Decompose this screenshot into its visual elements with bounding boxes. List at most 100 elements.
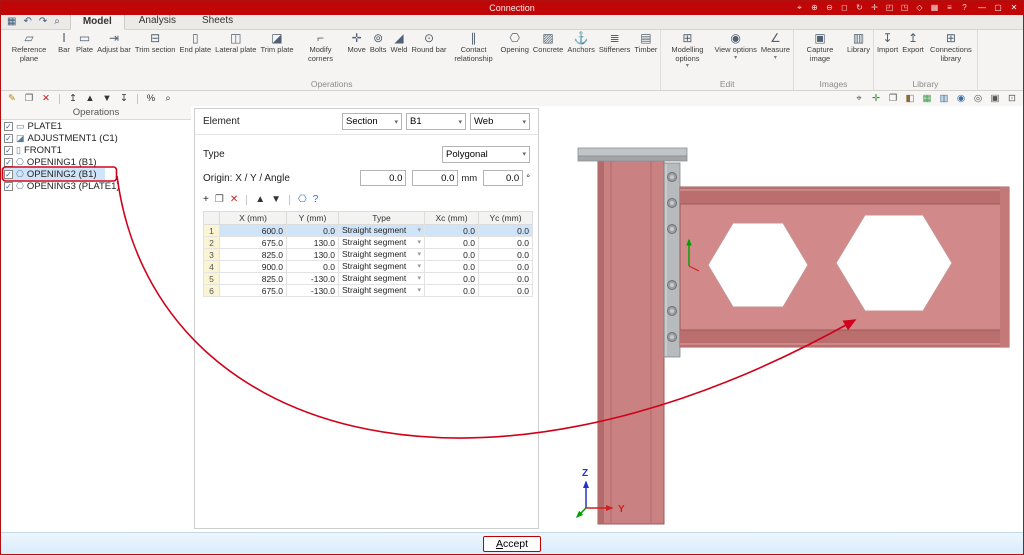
tree-item-opening1-b1[interactable]: ✓⎔OPENING1 (B1) xyxy=(1,156,105,168)
help-icon[interactable]: ? xyxy=(959,2,970,14)
ribbon-button-bolts[interactable]: ⊚Bolts xyxy=(368,30,389,79)
ribbon-button-opening[interactable]: ⎔Opening xyxy=(499,30,531,79)
3d-viewport[interactable]: Z Y xyxy=(539,106,1023,532)
add-row-icon[interactable]: + xyxy=(203,194,209,206)
delete-operation-icon[interactable]: ✕ xyxy=(40,93,52,105)
grid-green-icon[interactable]: ▦ xyxy=(921,93,933,105)
ribbon-button-export[interactable]: ↥Export xyxy=(900,30,926,79)
ribbon-button-import[interactable]: ↧Import xyxy=(875,30,900,79)
copy-operation-icon[interactable]: ❐ xyxy=(23,93,35,105)
tree-item-plate1[interactable]: ✓▭PLATE1 xyxy=(1,120,70,132)
ribbon-button-lateral-plate[interactable]: ◫Lateral plate xyxy=(213,30,258,79)
zoom-selected-icon[interactable]: ⌕ xyxy=(162,93,174,105)
checkbox-checked-icon[interactable]: ✓ xyxy=(4,158,13,167)
checkbox-checked-icon[interactable]: ✓ xyxy=(4,122,13,131)
origin-y-input[interactable] xyxy=(412,170,458,186)
grid-view-icon[interactable]: ▦ xyxy=(929,2,940,14)
iso-view-icon[interactable]: ◇ xyxy=(914,2,925,14)
ribbon-button-capture-image[interactable]: ▣Capture image xyxy=(795,30,845,79)
delete-row-icon[interactable]: ✕ xyxy=(230,194,238,206)
move-row-up-icon[interactable]: ▲ xyxy=(255,194,265,206)
move-row-down-icon[interactable]: ▼ xyxy=(271,194,281,206)
tab-model[interactable]: Model xyxy=(70,14,125,30)
move-top-icon[interactable]: ↥ xyxy=(67,93,79,105)
undo-icon[interactable]: ↶ xyxy=(23,17,31,27)
ribbon-button-end-plate[interactable]: ▯End plate xyxy=(177,30,213,79)
move-bottom-icon[interactable]: ↧ xyxy=(118,93,130,105)
zoom-out-icon[interactable]: ⊖ xyxy=(824,2,835,14)
view-person-icon[interactable]: ⌖ xyxy=(853,93,865,105)
ribbon-button-trim-section[interactable]: ⊟Trim section xyxy=(133,30,178,79)
tree-item-opening3-plate1[interactable]: ✓⎔OPENING3 (PLATE1) xyxy=(1,180,128,192)
move-up-icon[interactable]: ▲ xyxy=(84,93,96,105)
checkbox-checked-icon[interactable]: ✓ xyxy=(4,134,13,143)
edit-operation-icon[interactable]: ✎ xyxy=(6,93,18,105)
ribbon-button-move[interactable]: ✛Move xyxy=(346,30,368,79)
ribbon-button-measure[interactable]: ∠Measure▾ xyxy=(759,30,792,79)
model-grid-icon[interactable]: ▦ xyxy=(7,17,16,27)
element-member-select[interactable]: B1▾ xyxy=(406,113,466,130)
close-button[interactable]: ✕ xyxy=(1006,2,1022,14)
ribbon-button-weld[interactable]: ◢Weld xyxy=(389,30,410,79)
camera-icon[interactable]: ▣ xyxy=(989,93,1001,105)
table-row[interactable]: 6675.0-130.0Straight segment▾0.00.0 xyxy=(204,285,533,297)
ribbon-button-trim-plate[interactable]: ◪Trim plate xyxy=(258,30,295,79)
pan-view-icon[interactable]: ✛ xyxy=(869,2,880,14)
ribbon-button-connections-library[interactable]: ⊞Connections library xyxy=(926,30,976,79)
user-view-icon[interactable]: ⌖ xyxy=(794,2,805,14)
ribbon-button-view-options[interactable]: ◉View options▾ xyxy=(712,30,758,79)
help-icon[interactable]: ? xyxy=(313,194,319,206)
eye-icon[interactable]: ◎ xyxy=(972,93,984,105)
ribbon-button-timber[interactable]: ▤Timber xyxy=(632,30,659,79)
tree-item-opening2-b1[interactable]: ✓⎔OPENING2 (B1) xyxy=(1,168,105,180)
axes-icon[interactable]: ✛ xyxy=(870,93,882,105)
ribbon-button-round-bar[interactable]: ⊙Round bar xyxy=(409,30,448,79)
ribbon-button-library[interactable]: ▥Library xyxy=(845,30,872,79)
end-plate[interactable] xyxy=(664,163,680,357)
minimize-button[interactable]: — xyxy=(974,2,990,14)
ribbon-button-adjust-bar[interactable]: ⇥Adjust bar xyxy=(95,30,133,79)
ribbon-button-plate[interactable]: ▭Plate xyxy=(74,30,95,79)
tab-sheets[interactable]: Sheets xyxy=(190,14,245,29)
redo-icon[interactable]: ↷ xyxy=(39,17,47,27)
solid-view-icon[interactable]: ◧ xyxy=(904,93,916,105)
zoom-in-icon[interactable]: ⊕ xyxy=(809,2,820,14)
ribbon-button-reference-plane[interactable]: ▱Reference plane xyxy=(4,30,54,79)
element-part-select[interactable]: Web▾ xyxy=(470,113,530,130)
table-row[interactable]: 3825.0130.0Straight segment▾0.00.0 xyxy=(204,249,533,261)
ribbon-button-anchors[interactable]: ⚓Anchors xyxy=(565,30,597,79)
top-view-icon[interactable]: ◳ xyxy=(899,2,910,14)
front-view-icon[interactable]: ◰ xyxy=(884,2,895,14)
maximize-button[interactable]: ▢ xyxy=(990,2,1006,14)
origin-angle-input[interactable] xyxy=(483,170,523,186)
table-row[interactable]: 4900.00.0Straight segment▾0.00.0 xyxy=(204,261,533,273)
ribbon-button-modelling-options[interactable]: ⊞Modelling options▾ xyxy=(662,30,712,79)
zoom-fit-icon[interactable]: ◻ xyxy=(839,2,850,14)
beam-member[interactable] xyxy=(680,187,1009,347)
copy-view-icon[interactable]: ❐ xyxy=(887,93,899,105)
accept-button[interactable]: Accept xyxy=(483,536,541,552)
checkbox-checked-icon[interactable]: ✓ xyxy=(4,182,13,191)
ribbon-button-modify-corners[interactable]: ⌐Modify corners xyxy=(296,30,346,79)
list-view-icon[interactable]: ≡ xyxy=(944,2,955,14)
ribbon-button-bar[interactable]: ⅠBar xyxy=(54,30,74,79)
ribbon-button-concrete[interactable]: ▨Concrete xyxy=(531,30,565,79)
transparency-icon[interactable]: ◉ xyxy=(955,93,967,105)
tree-item-front1[interactable]: ✓▯FRONT1 xyxy=(1,144,70,156)
table-row[interactable]: 5825.0-130.0Straight segment▾0.00.0 xyxy=(204,273,533,285)
checkbox-checked-icon[interactable]: ✓ xyxy=(4,146,13,155)
table-row[interactable]: 1600.00.0Straight segment▾0.00.0 xyxy=(204,225,533,237)
polygon-icon[interactable]: ⎔ xyxy=(298,194,307,206)
table-row[interactable]: 2675.0130.0Straight segment▾0.00.0 xyxy=(204,237,533,249)
move-down-icon[interactable]: ▼ xyxy=(101,93,113,105)
origin-x-input[interactable] xyxy=(360,170,406,186)
element-kind-select[interactable]: Section▾ xyxy=(342,113,402,130)
tab-analysis[interactable]: Analysis xyxy=(127,14,188,29)
monitor-icon[interactable]: ⊡ xyxy=(1006,93,1018,105)
search-icon[interactable]: ⌕ xyxy=(54,17,60,27)
rotate-view-icon[interactable]: ↻ xyxy=(854,2,865,14)
checkbox-checked-icon[interactable]: ✓ xyxy=(4,170,13,179)
percentage-icon[interactable]: % xyxy=(145,93,157,105)
tree-item-adjustment1-c1[interactable]: ✓◪ADJUSTMENT1 (C1) xyxy=(1,132,126,144)
ribbon-button-contact-relationship[interactable]: ∥Contact relationship xyxy=(449,30,499,79)
